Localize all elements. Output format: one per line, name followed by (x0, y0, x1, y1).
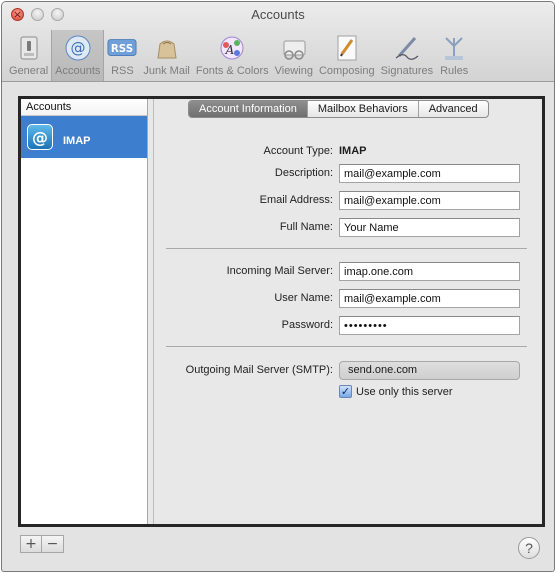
toolbar-label: Fonts & Colors (195, 65, 269, 77)
username-label: User Name: (274, 292, 333, 304)
junk-mail-bag-icon (152, 34, 182, 62)
toolbar-label: Junk Mail (143, 65, 190, 77)
account-name: IMAP (63, 135, 91, 147)
tab-mailbox-behaviors[interactable]: Mailbox Behaviors (308, 101, 419, 117)
separator (166, 248, 527, 249)
description-row: Description: (154, 164, 543, 184)
rules-icon (439, 34, 469, 62)
preferences-toolbar: General @ Accounts RSS RSS Junk Mail A F… (6, 30, 472, 82)
toolbar-label: Accounts (55, 65, 101, 77)
font-palette-icon: A (217, 34, 247, 62)
password-row: Password: (154, 316, 543, 336)
toolbar-viewing[interactable]: Viewing (272, 30, 316, 81)
account-add-remove: + − (20, 535, 64, 553)
viewing-glasses-icon (279, 34, 309, 62)
toolbar-general[interactable]: General (6, 30, 51, 81)
incoming-server-row: Incoming Mail Server: (154, 262, 543, 282)
description-field[interactable] (339, 164, 520, 183)
sidebar-header: Accounts (21, 99, 147, 116)
smtp-row: Outgoing Mail Server (SMTP): send.one.co… (154, 361, 543, 381)
full-name-field[interactable] (339, 218, 520, 237)
toolbar-label: General (9, 65, 49, 77)
username-row: User Name: (154, 289, 543, 309)
at-glyph: @ (32, 127, 48, 147)
signature-pen-icon (392, 34, 422, 62)
toolbar-signatures[interactable]: Signatures (378, 30, 437, 81)
user-name-field[interactable] (339, 289, 520, 308)
toolbar-fonts-colors[interactable]: A Fonts & Colors (193, 30, 272, 81)
fullname-label: Full Name: (279, 221, 333, 233)
rss-icon: RSS (107, 34, 137, 62)
general-switch-icon (14, 34, 44, 62)
toolbar-label: Rules (440, 65, 469, 77)
account-type-row: Account Type: IMAP (154, 142, 543, 162)
use-only-server-checkbox[interactable]: ✓ (339, 385, 352, 398)
account-tabs: Account Information Mailbox Behaviors Ad… (188, 100, 489, 118)
email-address-field[interactable] (339, 191, 520, 210)
preferences-window: Accounts General @ (1, 1, 555, 572)
toolbar-rss[interactable]: RSS RSS (104, 30, 140, 81)
window-title: Accounts (251, 7, 305, 22)
account-list-item-imap[interactable]: @ IMAP (21, 116, 147, 158)
description-label: Description: (274, 167, 333, 179)
use-only-server-label: Use only this server (356, 385, 453, 398)
toolbar-rules[interactable]: Rules (436, 30, 472, 81)
add-account-button[interactable]: + (20, 535, 42, 553)
at-glyph: @ (70, 39, 85, 57)
composing-pencil-icon (332, 34, 362, 62)
preferences-content: Accounts @ IMAP Account Information Mail… (18, 96, 545, 527)
use-only-server-option[interactable]: ✓ Use only this server (339, 385, 453, 398)
at-sign-icon: @ (27, 124, 53, 150)
remove-account-button[interactable]: − (42, 535, 64, 553)
fullname-row: Full Name: (154, 218, 543, 238)
toolbar-label: Viewing (274, 65, 313, 77)
account-type-value: IMAP (339, 145, 367, 157)
incoming-server-field[interactable] (339, 262, 520, 281)
tab-account-information[interactable]: Account Information (189, 101, 308, 117)
separator (166, 346, 527, 347)
password-field[interactable] (339, 316, 520, 335)
toolbar-junk-mail[interactable]: Junk Mail (140, 30, 192, 81)
email-row: Email Address: (154, 191, 543, 211)
help-button[interactable]: ? (518, 537, 540, 559)
toolbar-label: RSS (111, 65, 134, 77)
email-label: Email Address: (259, 194, 333, 206)
toolbar-composing[interactable]: Composing (316, 30, 378, 81)
toolbar-label: Signatures (380, 65, 434, 77)
svg-text:A: A (225, 43, 235, 57)
toolbar-label: Composing (318, 65, 375, 77)
smtp-label: Outgoing Mail Server (SMTP): (185, 364, 333, 376)
checkmark-icon: ✓ (340, 385, 351, 398)
rss-badge-text: RSS (111, 43, 133, 55)
smtp-server-popup[interactable]: send.one.com (339, 361, 520, 380)
incoming-server-label: Incoming Mail Server: (226, 265, 333, 277)
tab-advanced[interactable]: Advanced (419, 101, 488, 117)
at-sign-icon: @ (63, 34, 93, 62)
window-toolbar-area: Accounts General @ (2, 2, 554, 82)
accounts-sidebar: Accounts @ IMAP (21, 99, 148, 524)
password-label: Password: (281, 319, 333, 331)
use-only-server-row: ✓ Use only this server (154, 385, 543, 405)
account-type-label: Account Type: (263, 145, 333, 157)
account-detail-panel: Account Information Mailbox Behaviors Ad… (153, 99, 542, 524)
toolbar-accounts[interactable]: @ Accounts (51, 30, 105, 81)
